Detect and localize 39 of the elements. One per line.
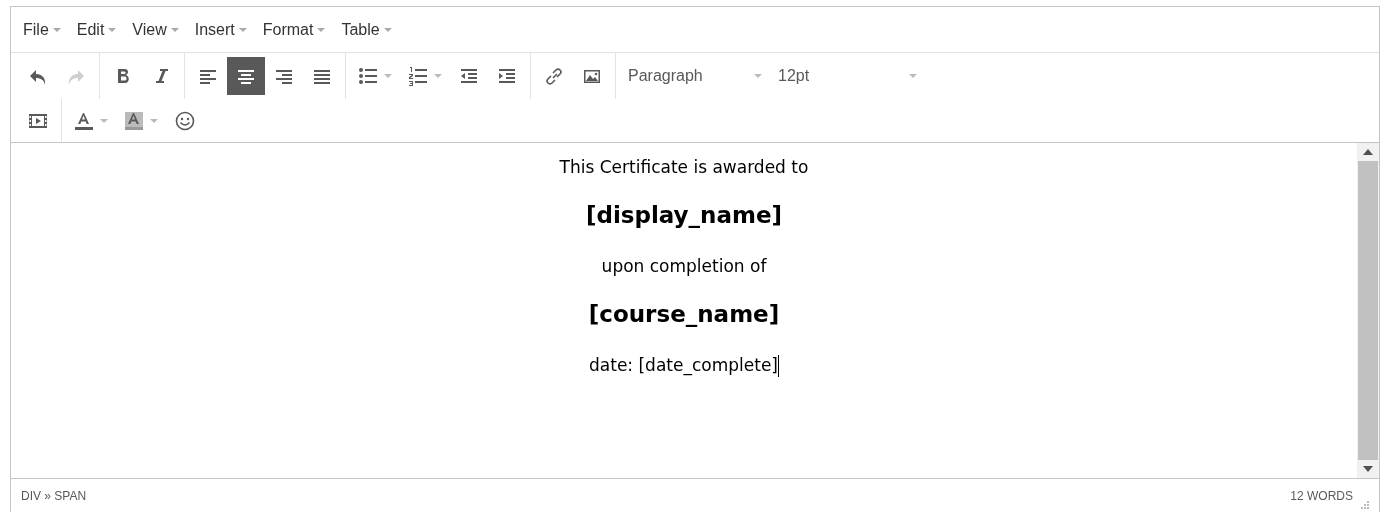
indent-icon bbox=[498, 67, 516, 85]
align-justify-icon bbox=[313, 67, 331, 85]
align-left-icon bbox=[199, 67, 217, 85]
italic-icon bbox=[153, 67, 169, 85]
link-icon bbox=[545, 67, 563, 85]
block-format-dropdown[interactable]: Paragraph bbox=[620, 57, 770, 95]
menu-item[interactable]: View bbox=[124, 13, 187, 46]
element-path: DIV » SPAN bbox=[21, 487, 87, 505]
menu-item[interactable]: Edit bbox=[68, 13, 125, 46]
scrollbar[interactable] bbox=[1357, 143, 1379, 478]
paragraph-text: date: [date_complete] bbox=[589, 354, 778, 375]
heading-text: [course_name] bbox=[588, 301, 780, 328]
word-count: 12 WORDS bbox=[1290, 487, 1353, 505]
menu-item[interactable]: File bbox=[15, 13, 69, 46]
resize-handle-icon[interactable] bbox=[1361, 501, 1369, 509]
bold-icon bbox=[115, 67, 131, 85]
paragraph-text: This Certificate is awarded to bbox=[559, 157, 809, 177]
menu-item[interactable]: Insert bbox=[186, 13, 255, 46]
paragraph-text: upon completion of bbox=[601, 256, 767, 276]
smiley-icon bbox=[175, 110, 195, 131]
caret-icon bbox=[909, 74, 917, 78]
bullet-list-icon bbox=[358, 66, 378, 86]
redo-icon bbox=[67, 67, 85, 85]
highlight-color-icon bbox=[124, 110, 144, 131]
image-icon bbox=[583, 67, 601, 85]
text-color-icon bbox=[74, 110, 94, 131]
caret-icon bbox=[754, 74, 762, 78]
align-right-icon bbox=[275, 67, 293, 85]
align-center-button[interactable] bbox=[227, 57, 265, 95]
numbered-list-icon bbox=[408, 66, 428, 86]
scrollbar-thumb[interactable] bbox=[1358, 161, 1378, 460]
scroll-down-icon[interactable] bbox=[1363, 466, 1373, 472]
font-size-dropdown[interactable]: 12pt bbox=[770, 57, 925, 95]
heading-text: [display_name] bbox=[585, 202, 783, 229]
menu-item[interactable]: Table bbox=[333, 13, 400, 46]
menu-item[interactable]: Format bbox=[254, 13, 334, 46]
align-center-icon bbox=[237, 67, 255, 85]
outdent-icon bbox=[460, 67, 478, 85]
scroll-up-icon[interactable] bbox=[1363, 149, 1373, 155]
